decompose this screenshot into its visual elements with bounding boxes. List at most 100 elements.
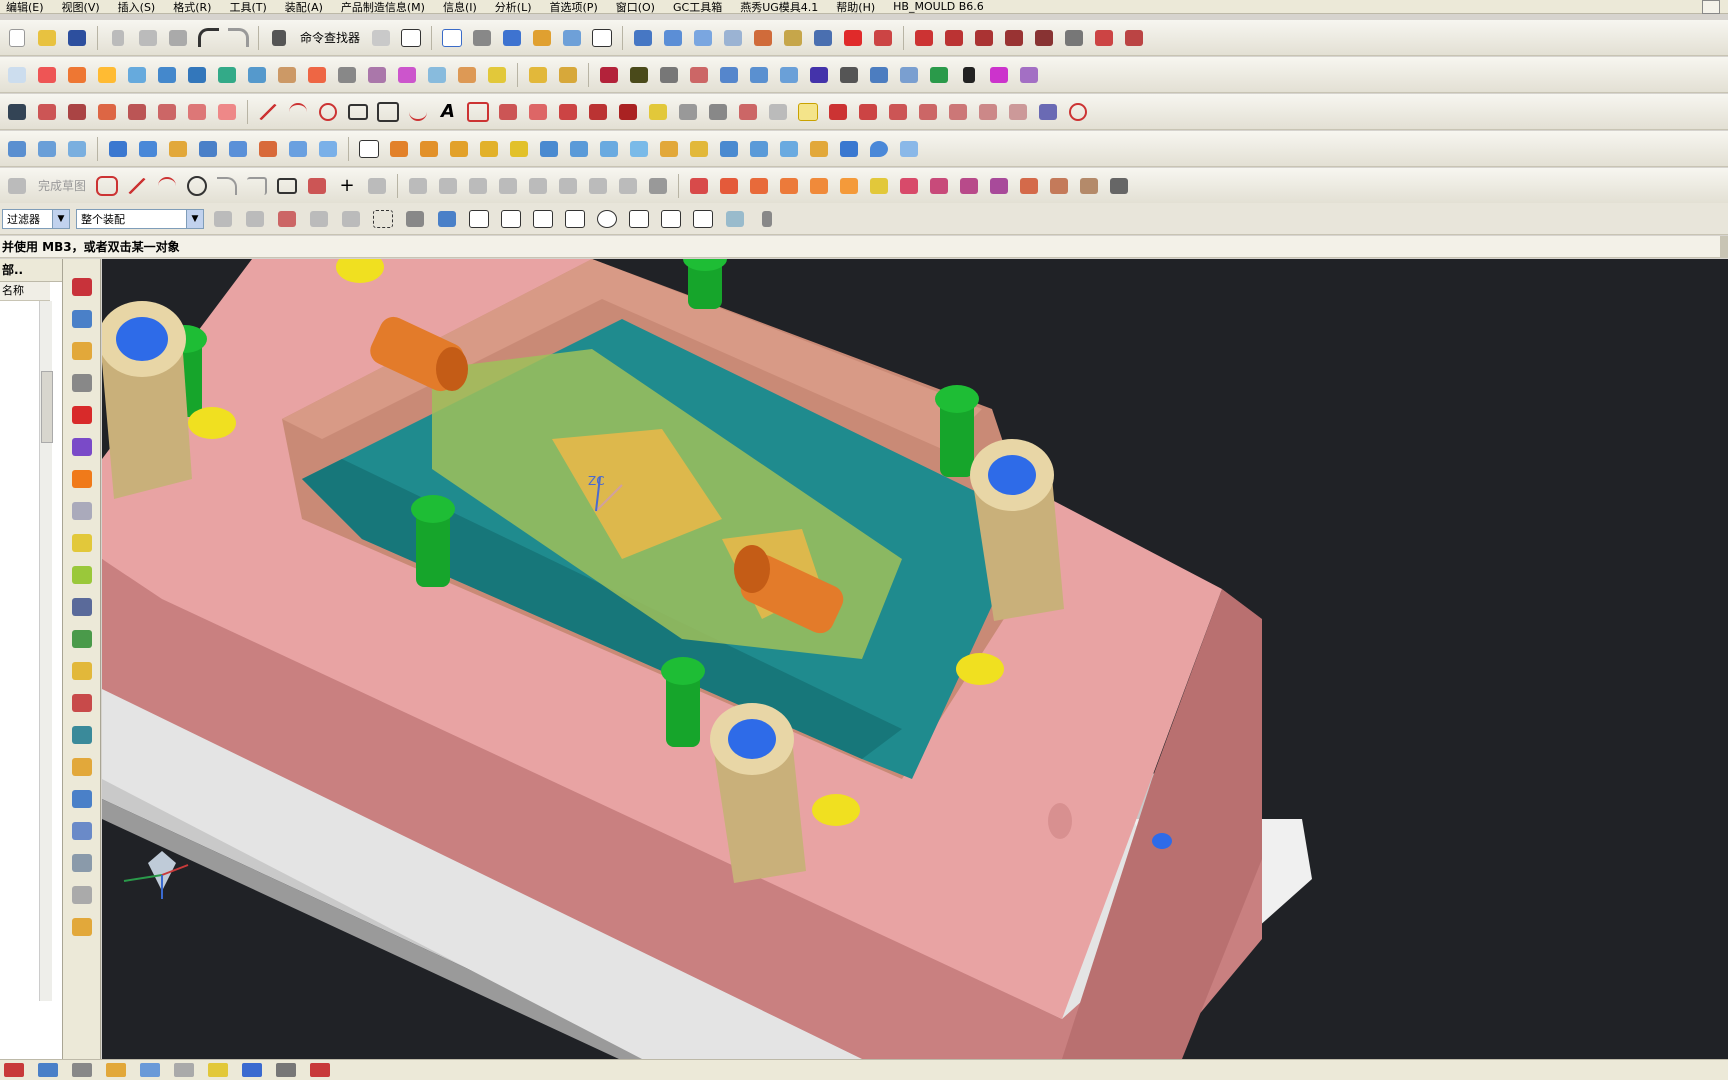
menu-preferences[interactable]: 首选项(P) — [550, 0, 598, 15]
sketch-polygon-icon[interactable] — [364, 173, 390, 199]
transform-icon[interactable] — [780, 25, 806, 51]
snap-existing-icon[interactable] — [658, 206, 684, 232]
return-pin[interactable] — [956, 653, 1004, 685]
mold-assembly-model[interactable]: ZC — [102, 259, 1728, 1059]
shrinkage-icon[interactable] — [746, 173, 772, 199]
angle-icon[interactable] — [855, 99, 881, 125]
open-folder-icon[interactable] — [34, 25, 60, 51]
grid-icon[interactable] — [806, 62, 832, 88]
layer-icon[interactable] — [368, 25, 394, 51]
split-body-icon[interactable] — [596, 136, 622, 162]
status-icon[interactable] — [310, 1063, 330, 1077]
rectangle-icon[interactable] — [345, 99, 371, 125]
text-annotation-icon[interactable] — [956, 62, 982, 88]
background-icon[interactable] — [589, 25, 615, 51]
assembly-constraint-icon[interactable] — [525, 62, 551, 88]
select-body-icon[interactable] — [434, 206, 460, 232]
move-face-icon[interactable] — [686, 136, 712, 162]
shell-icon[interactable] — [476, 136, 502, 162]
select-face-icon[interactable] — [402, 206, 428, 232]
divide-curve-icon[interactable] — [971, 25, 997, 51]
part-navigator-title[interactable]: 部.. — [0, 259, 62, 282]
menu-analysis[interactable]: 分析(L) — [495, 0, 532, 15]
trim-body-icon[interactable] — [315, 136, 341, 162]
trim-sheet-icon[interactable] — [274, 62, 300, 88]
edit-curve-icon[interactable] — [1061, 25, 1087, 51]
quick-trim-icon[interactable] — [405, 173, 431, 199]
studio-surface-icon[interactable] — [214, 62, 240, 88]
workpiece-icon[interactable] — [776, 173, 802, 199]
copy-icon[interactable] — [135, 25, 161, 51]
guide-bush[interactable] — [102, 301, 192, 499]
through-curves-icon[interactable] — [64, 62, 90, 88]
new-file-icon[interactable] — [4, 25, 30, 51]
section-curve-icon[interactable] — [645, 99, 671, 125]
mold-analysis-icon[interactable] — [70, 723, 94, 747]
manufacturing-wizard-icon[interactable] — [70, 563, 94, 587]
parallel-icon[interactable] — [915, 99, 941, 125]
return-pin[interactable] — [812, 794, 860, 826]
sketch-arc-icon[interactable] — [154, 173, 180, 199]
color-swatch-icon[interactable] — [626, 62, 652, 88]
paste-icon[interactable] — [165, 25, 191, 51]
mold-standard-part-icon[interactable] — [70, 627, 94, 651]
sphere-icon[interactable] — [195, 136, 221, 162]
sketch-rectangle-icon[interactable] — [274, 173, 300, 199]
menu-assemblies[interactable]: 装配(A) — [285, 0, 323, 15]
mold-parts-icon[interactable] — [70, 787, 94, 811]
sketch-circle-icon[interactable] — [184, 173, 210, 199]
table-icon[interactable] — [776, 62, 802, 88]
intersect-curve-icon[interactable] — [615, 99, 641, 125]
view-triad[interactable] — [123, 851, 189, 899]
mesh-surface-icon[interactable] — [34, 62, 60, 88]
datum-axis-icon[interactable] — [34, 136, 60, 162]
mold-stack-icon[interactable] — [70, 915, 94, 939]
snap-point-icon[interactable] — [242, 206, 268, 232]
mold-init-icon[interactable] — [686, 173, 712, 199]
polygon-icon[interactable] — [375, 99, 401, 125]
filter-icon[interactable] — [210, 206, 236, 232]
chamfer-body-icon[interactable] — [416, 136, 442, 162]
snap-intersect-icon[interactable] — [306, 206, 332, 232]
auto-constrain-icon[interactable] — [585, 173, 611, 199]
edit-sketch-icon[interactable] — [356, 136, 382, 162]
pocket-icon[interactable] — [214, 99, 240, 125]
fillet-curve-icon[interactable] — [1001, 25, 1027, 51]
mold-section-icon[interactable] — [70, 691, 94, 715]
mold-cross-icon[interactable] — [70, 883, 94, 907]
face-icon[interactable] — [484, 62, 510, 88]
pentagon-icon[interactable] — [465, 99, 491, 125]
wave-link-icon[interactable] — [686, 62, 712, 88]
mold-plate-icon[interactable] — [70, 851, 94, 875]
boss-icon[interactable] — [184, 99, 210, 125]
redo-icon[interactable] — [225, 25, 251, 51]
assembly-navigator-icon[interactable] — [70, 275, 94, 299]
mold-wizard-icon[interactable] — [645, 173, 671, 199]
show-constraints-icon[interactable] — [615, 173, 641, 199]
status-icon[interactable] — [174, 1063, 194, 1077]
rect-select-icon[interactable] — [370, 206, 396, 232]
finish-sketch-label[interactable]: 完成草图 — [34, 177, 90, 194]
sketch-line-icon[interactable] — [124, 173, 150, 199]
section-view-icon[interactable] — [660, 25, 686, 51]
block-icon[interactable] — [105, 136, 131, 162]
enlarge-icon[interactable] — [424, 62, 450, 88]
cylinder-blue-icon[interactable] — [836, 136, 862, 162]
fill-surface-icon[interactable] — [184, 62, 210, 88]
gate-icon[interactable] — [1046, 173, 1072, 199]
resize-face-icon[interactable] — [746, 136, 772, 162]
wrap-icon[interactable] — [735, 99, 761, 125]
mold-label-icon[interactable] — [70, 755, 94, 779]
status-icon[interactable] — [106, 1063, 126, 1077]
mold-csys-icon[interactable] — [716, 173, 742, 199]
sketch-fillet-icon[interactable] — [214, 173, 240, 199]
unite-icon[interactable] — [225, 136, 251, 162]
edit-object-display-icon[interactable] — [596, 62, 622, 88]
make-corner-icon[interactable] — [465, 173, 491, 199]
parting-icon[interactable] — [866, 173, 892, 199]
status-icon[interactable] — [140, 1063, 160, 1077]
status-icon[interactable] — [276, 1063, 296, 1077]
sweep-along-guide-icon[interactable] — [94, 99, 120, 125]
menu-pmi[interactable]: 产品制造信息(M) — [341, 0, 425, 15]
hammer-icon[interactable] — [529, 25, 555, 51]
